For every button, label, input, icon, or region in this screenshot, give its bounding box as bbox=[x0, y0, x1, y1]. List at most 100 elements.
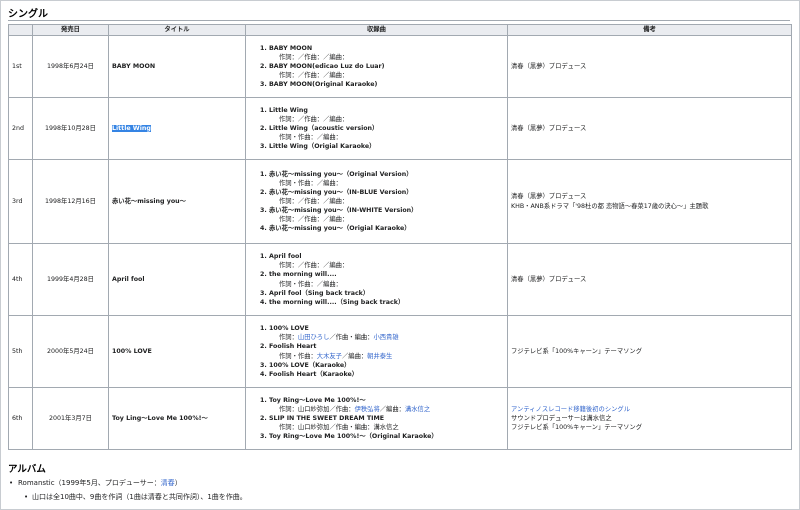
track-name: BABY MOON bbox=[269, 44, 313, 52]
track-item: 赤い花〜missing you〜（Original Version）作詞・作曲：… bbox=[269, 170, 504, 188]
track-item: Foolish Heart作詞・作曲：大木友子／編曲：朝井泰生 bbox=[269, 342, 504, 360]
single-title: BABY MOON bbox=[108, 35, 246, 98]
single-number: 2nd bbox=[8, 97, 33, 160]
track-name: 赤い花〜missing you〜（Original Version） bbox=[269, 170, 413, 178]
single-title: Toy Ling〜Love Me 100%!〜 bbox=[108, 387, 246, 450]
track-credit: 作詞：／作曲：／編曲： bbox=[279, 115, 349, 123]
arranger-link[interactable]: 溝水信之 bbox=[405, 406, 430, 413]
track-item: 100% LOVE（Karaoke） bbox=[269, 361, 504, 370]
remark-line: フジテレビ系「100%キャーン」テーマソング bbox=[511, 347, 643, 355]
track-credit: 作詞：／作曲：／編曲： bbox=[279, 262, 349, 270]
track-credit: 作詞：山口紗弥加／作曲・編曲：溝水信之 bbox=[279, 424, 399, 432]
remarks-cell: アンティノスレコード移籍後初のシングル サウンドプロデューサーは溝水信之 フジテ… bbox=[507, 387, 792, 450]
composer-link[interactable]: 小西貴雄 bbox=[373, 334, 398, 341]
lyricist-link[interactable]: 大木友子 bbox=[317, 353, 342, 360]
track-credit: 作詞・作曲：／編曲： bbox=[279, 280, 342, 288]
release-date: 2000年5月24日 bbox=[32, 315, 109, 388]
album-text: Romanstic（1999年5月、プロデューサー： bbox=[18, 479, 161, 487]
single-title: April fool bbox=[108, 243, 246, 316]
track-list-cell: 赤い花〜missing you〜（Original Version）作詞・作曲：… bbox=[245, 159, 508, 244]
table-row: 5th 2000年5月24日 100% LOVE 100% LOVE作詞：山田ひ… bbox=[8, 315, 792, 388]
column-header-date: 発売日 bbox=[32, 24, 109, 36]
selected-title-text[interactable]: Little Wing bbox=[112, 124, 151, 132]
track-item: April fool作詞：／作曲：／編曲： bbox=[269, 252, 504, 270]
release-date: 1998年10月28日 bbox=[32, 97, 109, 160]
remarks-cell: 清春（黒夢）プロデュース bbox=[507, 35, 792, 98]
track-credit: 作詞・作曲：大木友子／編曲：朝井泰生 bbox=[279, 352, 393, 360]
remark-line: 清春（黒夢）プロデュース bbox=[511, 275, 587, 283]
track-item: BABY MOON作詞：／作曲：／編曲： bbox=[269, 44, 504, 62]
track-credit: 作詞：山田ひろし／作曲・編曲：小西貴雄 bbox=[279, 334, 399, 342]
remark-line: 清春（黒夢）プロデュース bbox=[511, 124, 587, 132]
track-credit: 作詞：／作曲：／編曲： bbox=[279, 216, 349, 224]
track-name: Little Wing（acoustic version） bbox=[269, 124, 379, 132]
track-list: Little Wing作詞：／作曲：／編曲： Little Wing（acous… bbox=[249, 106, 504, 152]
track-name: 100% LOVE（Karaoke） bbox=[269, 361, 351, 369]
singles-table: 発売日 タイトル 収録曲 備考 1st 1998年6月24日 BABY MOON… bbox=[8, 24, 792, 450]
heading-rule bbox=[8, 20, 790, 21]
table-row: 2nd 1998年10月28日 Little Wing Little Wing作… bbox=[8, 97, 792, 160]
track-list: BABY MOON作詞：／作曲：／編曲： BABY MOON(edicao Lu… bbox=[249, 44, 504, 90]
track-name: 赤い花〜missing you〜（IN-WHITE Version） bbox=[269, 207, 418, 215]
track-list: 赤い花〜missing you〜（Original Version）作詞・作曲：… bbox=[249, 170, 504, 234]
track-item: Foolish Heart（Karaoke） bbox=[269, 370, 504, 379]
track-name: 赤い花〜missing you〜（Origial Karaoke） bbox=[269, 225, 411, 233]
lyricist-link[interactable]: 山田ひろし bbox=[298, 334, 329, 341]
remarks-cell: 清春（黒夢）プロデュース KHB・ANB系ドラマ「'98杜の都 恋物語〜春菜17… bbox=[507, 159, 792, 244]
track-name: SLIP IN THE SWEET DREAM TIME bbox=[269, 414, 385, 422]
column-header-remarks: 備考 bbox=[507, 24, 792, 36]
track-item: 赤い花〜missing you〜（IN-WHITE Version）作詞：／作曲… bbox=[269, 206, 504, 224]
track-item: BABY MOON(edicao Luz do Luar) 作詞：／作曲：／編曲： bbox=[269, 62, 504, 80]
track-name: the morning will....（Sing back track） bbox=[269, 298, 405, 306]
single-number: 3rd bbox=[8, 159, 33, 244]
remarks-cell: 清春（黒夢）プロデュース bbox=[507, 243, 792, 316]
track-name: Little Wing（Origial Karaoke） bbox=[269, 143, 376, 151]
track-name: the morning will.... bbox=[269, 271, 337, 279]
track-item: the morning will....（Sing back track） bbox=[269, 298, 504, 307]
track-name: April fool（Sing back track） bbox=[269, 289, 370, 297]
track-list-cell: 100% LOVE作詞：山田ひろし／作曲・編曲：小西貴雄 Foolish Hea… bbox=[245, 315, 508, 388]
track-name: Foolish Heart bbox=[269, 343, 317, 351]
table-row: 3rd 1998年12月16日 赤い花〜missing you〜 赤い花〜mis… bbox=[8, 159, 792, 244]
single-number: 5th bbox=[8, 315, 33, 388]
release-date: 1998年12月16日 bbox=[32, 159, 109, 244]
arranger-link[interactable]: 朝井泰生 bbox=[367, 353, 392, 360]
label-link[interactable]: アンティノスレコード移籍後初のシングル bbox=[511, 406, 630, 413]
track-name: 赤い花〜missing you〜（IN-BLUE Version） bbox=[269, 188, 413, 196]
track-name: Toy Ring〜Love Me 100%!〜 bbox=[269, 396, 366, 404]
table-row: 1st 1998年6月24日 BABY MOON BABY MOON作詞：／作曲… bbox=[8, 35, 792, 98]
single-number: 4th bbox=[8, 243, 33, 316]
remarks-cell: 清春（黒夢）プロデュース bbox=[507, 97, 792, 160]
track-item: the morning will....作詞・作曲：／編曲： bbox=[269, 270, 504, 288]
albums-heading: アルバム bbox=[8, 464, 46, 475]
track-name: 100% LOVE bbox=[269, 325, 309, 333]
track-name: BABY MOON(edicao Luz do Luar) bbox=[269, 62, 385, 70]
track-item: Toy Ring〜Love Me 100%!〜（Original Karaoke… bbox=[269, 432, 504, 441]
singles-heading: シングル bbox=[8, 9, 48, 20]
track-item: 100% LOVE作詞：山田ひろし／作曲・編曲：小西貴雄 bbox=[269, 324, 504, 342]
track-item: Little Wing作詞：／作曲：／編曲： bbox=[269, 106, 504, 124]
album-list: Romanstic（1999年5月、プロデューサー：清春） 山口は全10曲中、9… bbox=[8, 476, 247, 504]
remarks-cell: フジテレビ系「100%キャーン」テーマソング bbox=[507, 315, 792, 388]
track-item: Toy Ring〜Love Me 100%!〜作詞：山口紗弥加／作曲：伊秩弘将／… bbox=[269, 396, 504, 414]
track-name: Little Wing bbox=[269, 106, 308, 114]
track-item: 赤い花〜missing you〜（Origial Karaoke） bbox=[269, 224, 504, 233]
track-list-cell: Little Wing作詞：／作曲：／編曲： Little Wing（acous… bbox=[245, 97, 508, 160]
release-date: 1998年6月24日 bbox=[32, 35, 109, 98]
remark-line: フジテレビ系「100%キャーン」テーマソング bbox=[511, 424, 643, 432]
track-item: Little Wing（Origial Karaoke） bbox=[269, 142, 504, 151]
track-list: 100% LOVE作詞：山田ひろし／作曲・編曲：小西貴雄 Foolish Hea… bbox=[249, 324, 504, 379]
track-list-cell: April fool作詞：／作曲：／編曲： the morning will..… bbox=[245, 243, 508, 316]
single-title: 赤い花〜missing you〜 bbox=[108, 159, 246, 244]
track-item: 赤い花〜missing you〜（IN-BLUE Version）作詞：／作曲：… bbox=[269, 188, 504, 206]
composer-link[interactable]: 伊秩弘将 bbox=[355, 406, 380, 413]
single-title[interactable]: Little Wing bbox=[108, 97, 246, 160]
producer-link[interactable]: 清春 bbox=[161, 479, 175, 487]
album-note: 山口は全10曲中、9曲を作詞（1曲は清春と共同作詞）、1曲を作曲。 bbox=[8, 490, 247, 504]
remark-line: アンティノスレコード移籍後初のシングル bbox=[511, 405, 788, 414]
track-list: Toy Ring〜Love Me 100%!〜作詞：山口紗弥加／作曲：伊秩弘将／… bbox=[249, 396, 504, 442]
track-name: Toy Ring〜Love Me 100%!〜（Original Karaoke… bbox=[269, 433, 438, 441]
track-list: April fool作詞：／作曲：／編曲： the morning will..… bbox=[249, 252, 504, 307]
table-row: 4th 1999年4月28日 April fool April fool作詞：／… bbox=[8, 243, 792, 316]
track-name: April fool bbox=[269, 253, 302, 261]
